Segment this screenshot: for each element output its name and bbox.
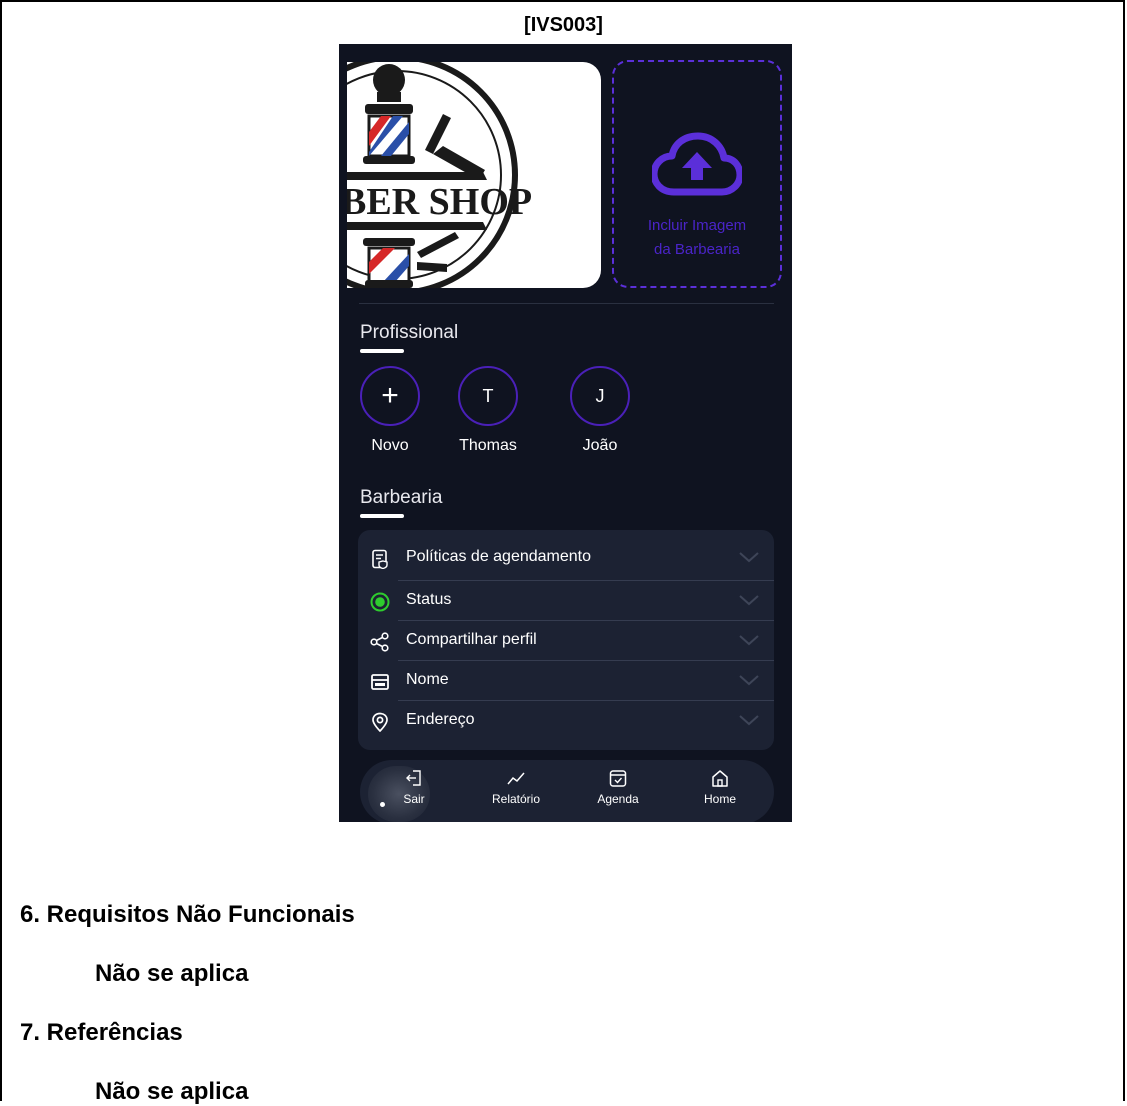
settings-item-name[interactable]: Nome [358,661,774,701]
professional-title-underline [360,349,404,353]
storefront-icon [371,674,389,690]
document-title: [IVS003] [524,14,603,36]
bottom-navigation: Sair Relatório Agenda Home [360,760,774,822]
settings-item-share[interactable]: Compartilhar perfil [358,621,774,661]
professional-thomas[interactable]: T Thomas [456,366,520,455]
status-radio-icon [370,592,390,612]
settings-item-address[interactable]: Endereço [358,701,774,741]
settings-item-label: Compartilhar perfil [406,631,537,648]
nav-label: Agenda [597,792,639,806]
upload-label-line1: Incluir Imagem [647,217,747,234]
chart-line-icon [507,772,525,785]
chevron-down-icon [739,552,759,563]
settings-item-label: Políticas de agendamento [406,548,592,565]
nav-label: Sair [403,792,425,806]
avatar: T [458,366,518,426]
nav-sair[interactable]: Sair [374,768,454,806]
nav-label: Relatório [491,792,541,806]
chevron-down-icon [739,595,759,606]
logo-text: BER SHOP [347,181,532,223]
settings-item-policies[interactable]: Políticas de agendamento [358,538,774,578]
nav-relatorio[interactable]: Relatório [476,768,556,806]
upload-image-button[interactable]: Incluir Imagem da Barbearia [612,60,782,288]
location-pin-icon [372,712,388,732]
barbershop-title-underline [360,514,404,518]
chevron-down-icon [739,635,759,646]
app-screen: BER SHOP Incluir Imagem da Barbearia Pro… [339,44,792,822]
section-7-body: Não se aplica [95,1078,249,1105]
settings-item-label: Endereço [406,711,475,728]
nav-agenda[interactable]: Agenda [578,768,658,806]
add-icon: + [360,366,420,426]
calendar-icon [609,770,627,787]
barbershop-settings-panel: Políticas de agendamento Status Comparti… [358,530,774,750]
professional-name: João [582,437,618,454]
settings-item-label: Status [406,591,452,608]
cloud-upload-icon [652,132,742,196]
avatar: J [570,366,630,426]
home-icon [712,770,728,787]
barbershop-section-title: Barbearia [360,487,443,508]
nav-label: Home [703,792,736,806]
settings-item-label: Nome [406,671,449,688]
professional-joao[interactable]: J João [568,366,632,455]
share-icon [370,632,389,652]
section-7-heading: 7. Referências [20,1019,183,1046]
professional-section-title: Profissional [360,322,459,343]
professional-name: Novo [371,437,409,454]
professional-name: Thomas [459,437,517,454]
section-6-body: Não se aplica [95,960,249,987]
logout-icon [406,770,421,786]
policy-icon [372,549,388,569]
section-6-heading: 6. Requisitos Não Funcionais [20,901,355,928]
upload-label-line2: da Barbearia [654,241,740,258]
barbershop-logo-image[interactable]: BER SHOP [347,62,601,288]
barber-logo-illustration: BER SHOP [347,62,532,288]
chevron-down-icon [739,675,759,686]
nav-home[interactable]: Home [680,768,760,806]
section-divider [359,303,774,304]
settings-item-status[interactable]: Status [358,581,774,621]
chevron-down-icon [739,715,759,726]
professional-new[interactable]: + Novo [358,366,422,455]
